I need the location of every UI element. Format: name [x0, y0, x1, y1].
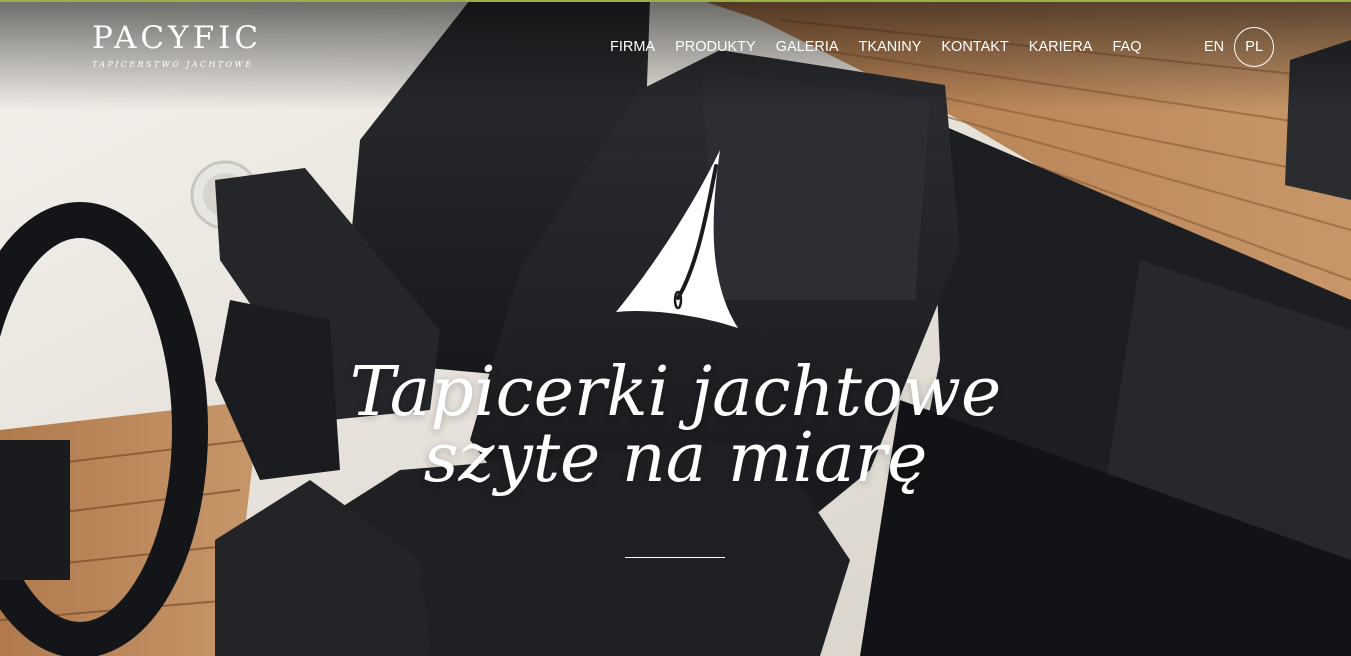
brand-name: PACYFIC: [92, 20, 263, 56]
top-accent-line: [0, 0, 1351, 2]
nav-item-produkty[interactable]: PRODUKTY: [675, 36, 756, 58]
nav-item-kontakt[interactable]: KONTAKT: [941, 36, 1008, 58]
language-pl-link[interactable]: PL: [1234, 27, 1275, 67]
sail-icon: [616, 150, 738, 328]
nav-item-galeria[interactable]: GALERIA: [776, 36, 839, 58]
nav-item-firma[interactable]: FIRMA: [610, 36, 655, 58]
site-header: PACYFIC TAPICERSTWO JACHTOWE FIRMA PRODU…: [0, 0, 1351, 100]
language-switcher: EN PL: [1204, 26, 1275, 68]
brand-logo[interactable]: PACYFIC TAPICERSTWO JACHTOWE: [92, 20, 262, 69]
hero-headline-line-2: szyte na miarę: [423, 419, 928, 498]
main-nav: FIRMA PRODUKTY GALERIA TKANINY KONTAKT K…: [600, 36, 1151, 58]
nav-item-faq[interactable]: FAQ: [1112, 36, 1141, 58]
hero-headline-line-1: Tapicerki jachtowe: [349, 353, 1002, 432]
language-en-link[interactable]: EN: [1204, 39, 1224, 55]
nav-item-tkaniny[interactable]: TKANINY: [859, 36, 922, 58]
brand-tagline: TAPICERSTWO JACHTOWE: [92, 60, 254, 69]
hero-divider: [625, 557, 725, 558]
nav-item-kariera[interactable]: KARIERA: [1029, 36, 1093, 58]
hero-headline: Tapicerki jachtowe szyte na miarę: [0, 353, 1351, 498]
